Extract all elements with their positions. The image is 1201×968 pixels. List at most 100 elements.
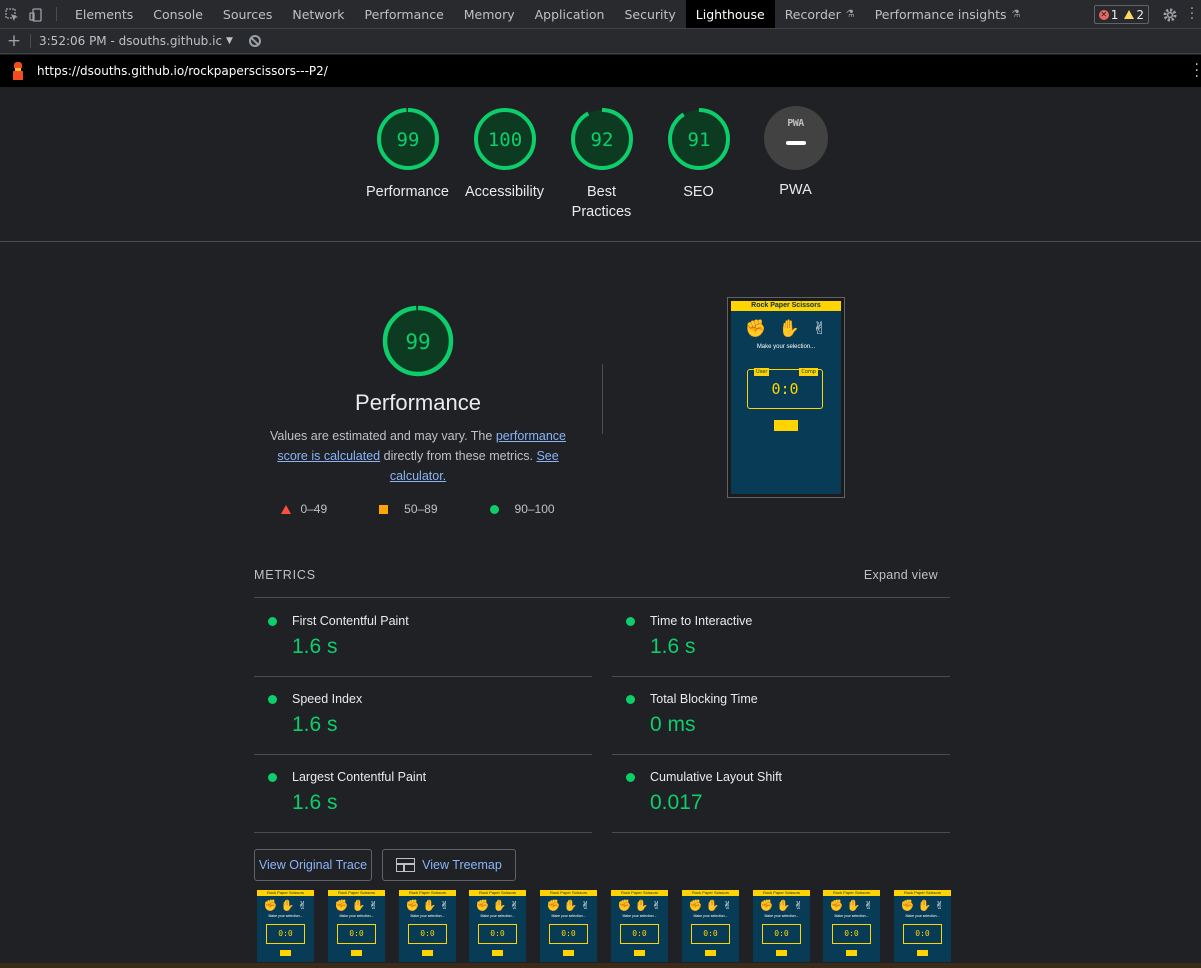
final-screenshot[interactable]: Rock Paper Scissors ✊ ✋ ✌ Make your sele… [727,297,845,498]
frame-selection-text: Make your selection... [834,914,869,918]
paper-hand-icon: ✋ [776,899,791,912]
screenshot-button [774,420,798,431]
filmstrip-frame: Rock Paper Scissors ✊ ✋ ✌ Make your selectio… [469,890,526,962]
pass-circle-icon [489,504,499,514]
metric-name: Largest Contentful Paint [292,770,427,784]
metric-value: 1.6 s [650,635,696,658]
tab-console[interactable]: Console [143,0,213,28]
performance-description: Values are estimated and may vary. The p… [254,426,582,486]
gauge-performance[interactable]: 99 Performance [359,106,456,202]
gauge-accessibility-ring: 100 [473,108,536,170]
more-options-icon[interactable]: · · · [1183,0,1201,29]
view-treemap-button[interactable]: View Treemap [382,849,516,881]
metric-largest-contentful-paint: Largest Contentful Paint 1.6 s [254,755,592,833]
tab-lighthouse[interactable]: Lighthouse [685,0,775,28]
legend-fail: 0–49 [281,502,327,516]
screenshot-score: 0:0 [771,380,799,398]
filmstrip-frame: Rock Paper Scissors ✊ ✋ ✌ Make your selectio… [682,890,739,962]
tab-memory[interactable]: Memory [454,0,525,28]
paper-hand-icon: ✋ [778,319,801,339]
tab-performance[interactable]: Performance [355,0,454,28]
tab-sources[interactable]: Sources [213,0,282,28]
metric-time-to-interactive: Time to Interactive 1.6 s [612,599,950,677]
pass-circle-icon [268,617,277,626]
scissors-hand-icon: ✌ [440,899,450,912]
frame-button [563,950,574,956]
tab-elements[interactable]: Elements [65,0,143,28]
tab-security[interactable]: Security [614,0,685,28]
tab-recorder[interactable]: Recorder ⚗ [775,0,865,28]
metric-value: 1.6 s [292,635,338,658]
frame-hands: ✊ ✋ ✌ [540,896,597,912]
tab-performance-insights-label: Performance insights [874,6,1007,22]
settings-gear-icon[interactable] [1157,0,1183,29]
gauge-accessibility-label: Accessibility [465,184,544,200]
scissors-hand-icon: ✌ [652,899,662,912]
frame-selection-text: Make your selection... [622,914,657,918]
filmstrip-frame: Rock Paper Scissors ✊ ✋ ✌ Make your selectio… [823,890,880,962]
scissors-hand-icon: ✌ [723,899,733,912]
gauge-performance-label: Performance [365,184,449,200]
report-url-bar: https://dsouths.github.io/rockpapersciss… [0,55,1201,87]
metric-first-contentful-paint: First Contentful Paint 1.6 s [254,599,592,677]
gauge-best-practices-ring: 92 [570,108,633,170]
frame-score: 0:0 [620,924,659,944]
rock-hand-icon: ✊ [759,899,774,912]
gauge-best-practices-label: Best Practices [571,184,632,220]
paper-hand-icon: ✋ [280,899,295,912]
frame-hands: ✊ ✋ ✌ [257,896,314,912]
bottom-strip [0,963,1201,968]
gauge-accessibility[interactable]: 100 Accessibility [456,106,553,202]
screenshot-scoreboard: User Comp 0:0 [747,368,823,409]
devtools-tabbar: Elements Console Sources Network Perform… [0,0,1201,29]
gauge-pwa-label: PWA [779,182,812,198]
frame-selection-text: Make your selection... [693,914,728,918]
view-original-trace-button[interactable]: View Original Trace [254,849,372,881]
metric-name: Cumulative Layout Shift [650,770,783,784]
gauge-pwa[interactable]: PWA PWA [747,106,844,200]
rock-hand-icon: ✊ [263,899,278,912]
tab-performance-insights[interactable]: Performance insights ⚗ [865,0,1031,28]
new-report-plus-icon[interactable]: + [0,31,28,51]
frame-button [492,950,503,956]
paper-hand-icon: ✋ [705,899,720,912]
toolbar-separator [30,34,31,48]
screenshot-selection-text: Make your selection... [756,344,816,350]
screenshot-comp-tag: Comp [799,368,818,376]
rock-hand-icon: ✊ [900,899,915,912]
report-menu-icon[interactable]: · · · [1195,58,1199,84]
chevron-down-icon[interactable]: ▼ [226,36,233,46]
device-toolbar-icon[interactable] [24,0,48,29]
tab-network[interactable]: Network [282,0,354,28]
issues-counter[interactable]: ✕ 1 2 [1093,5,1149,24]
metric-speed-index: Speed Index 1.6 s [254,677,592,755]
frame-hands: ✊ ✋ ✌ [894,896,951,912]
pass-circle-icon [626,617,635,626]
gauge-seo[interactable]: 91 SEO [650,106,747,202]
filmstrip-frame: Rock Paper Scissors ✊ ✋ ✌ Make your selectio… [328,890,385,962]
tab-application[interactable]: Application [525,0,615,28]
frame-hands: ✊ ✋ ✌ [611,896,668,912]
expand-view-toggle[interactable]: Expand view [864,568,938,582]
clear-block-icon[interactable] [248,35,261,47]
scissors-hand-icon: ✌ [581,899,591,912]
report-url[interactable]: https://dsouths.github.io/rockpapersciss… [37,64,328,78]
scissors-hand-icon: ✌ [794,899,804,912]
rock-hand-icon: ✊ [405,899,420,912]
lighthouse-logo-icon [11,62,25,80]
frame-button [776,950,787,956]
gauge-best-practices[interactable]: 92 Best Practices [553,106,650,222]
legend-pass: 90–100 [489,502,555,516]
desc-text-pre: Values are estimated and may vary. The [270,429,496,443]
report-selector[interactable]: 3:52:06 PM - dsouths.github.ic [39,34,222,48]
frame-button [705,950,716,956]
paper-hand-icon: ✋ [634,899,649,912]
scissors-hand-icon: ✌ [935,899,945,912]
frame-selection-text: Make your selection... [480,914,515,918]
performance-divider [602,364,603,434]
inspect-element-icon[interactable] [0,0,24,29]
filmstrip-frame: Rock Paper Scissors ✊ ✋ ✌ Make your selectio… [753,890,810,962]
paper-hand-icon: ✋ [351,899,366,912]
frame-score: 0:0 [903,924,942,944]
frame-score: 0:0 [762,924,801,944]
